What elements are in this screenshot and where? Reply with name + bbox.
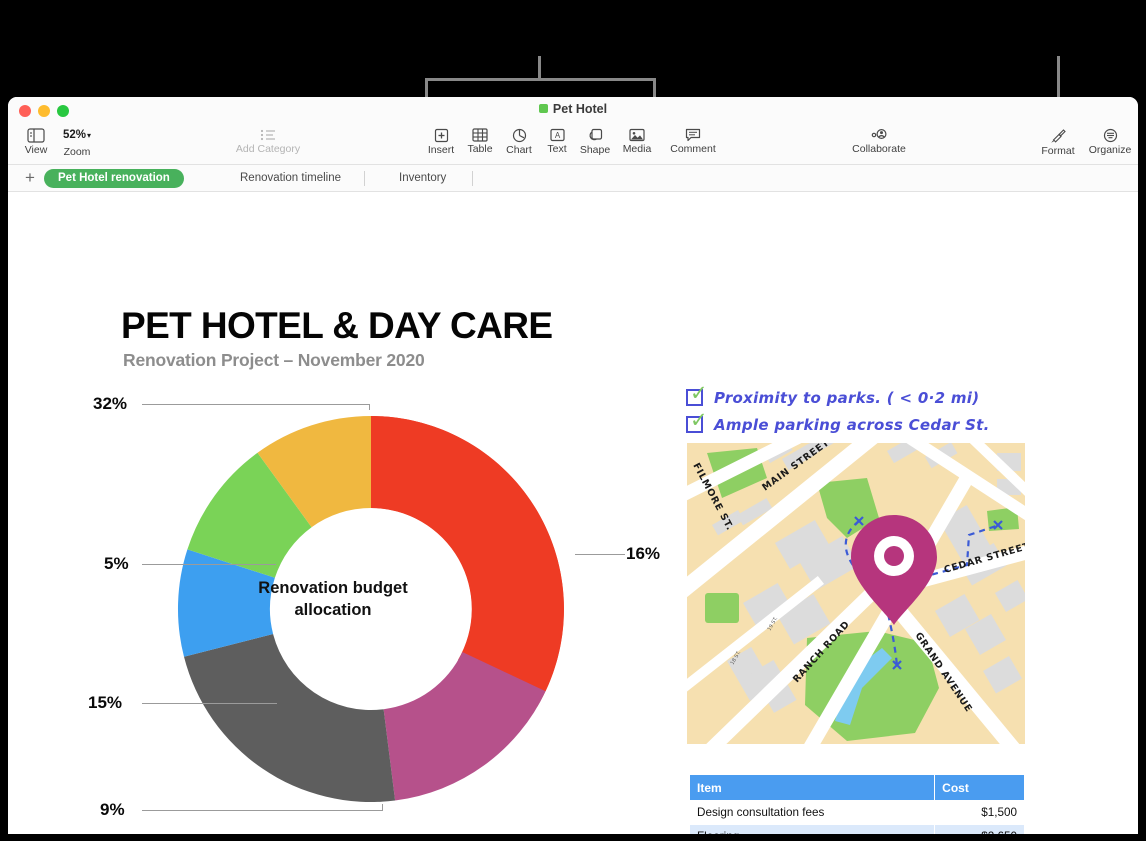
add-sheet-button[interactable]: + (21, 169, 39, 187)
toolbar-comment-button[interactable]: Comment (657, 126, 729, 155)
insert-icon (434, 128, 448, 143)
callout-bracket-stem (538, 56, 541, 80)
tab-separator (472, 171, 473, 186)
sheet-tab-renovation-timeline[interactable]: Renovation timeline (226, 169, 355, 188)
table-cell-cost: $1,500 (934, 800, 1025, 825)
sheet-tab-inventory[interactable]: Inventory (385, 169, 460, 188)
leader-line-5 (142, 564, 276, 565)
table-cell-item: Flooring (688, 824, 936, 834)
donut-label-5: 5% (104, 554, 129, 573)
page-subtitle: Renovation Project – November 2020 (123, 350, 425, 370)
checklist-item-parking: ✓ Ample parking across Cedar St. (686, 410, 1036, 438)
chart-icon (512, 128, 526, 143)
cost-table[interactable]: Item Cost Design consultation fees $1,50… (688, 774, 1025, 834)
title-bar: Pet Hotel (8, 97, 1138, 124)
toolbar-organize-button[interactable]: Organize (1082, 126, 1138, 156)
zoom-value: 52% (62, 129, 86, 141)
checkbox-icon[interactable]: ✓ (686, 410, 708, 433)
donut-label-9: 9% (100, 800, 125, 819)
sheet-tab-bar: + Pet Hotel renovation Renovation timeli… (8, 165, 1138, 192)
chevron-down-icon: ▾ (87, 131, 92, 140)
app-window: Pet Hotel View 52%▾ Zoom Add Category In… (8, 97, 1138, 834)
checklist-item-proximity: ✓ Proximity to parks. ( < 0·2 mi) (686, 383, 1036, 411)
donut-center-line2: allocation (294, 601, 372, 619)
page-title: PET HOTEL & DAY CARE (121, 305, 553, 346)
toolbar-comment-label: Comment (670, 143, 716, 155)
toolbar-add-category-label: Add Category (235, 143, 301, 155)
donut-center-label: Renovation budget allocation (233, 577, 433, 621)
donut-label-32: 32% (93, 394, 128, 413)
donut-label-15: 15% (88, 693, 123, 712)
text-box-icon: A (549, 128, 565, 142)
toolbar-organize-label: Organize (1088, 144, 1132, 156)
toolbar-collaborate-label: Collaborate (852, 143, 906, 155)
leader-tick-32 (369, 404, 370, 410)
document-title-text: Pet Hotel (552, 102, 608, 116)
check-mark-icon: ✓ (690, 381, 708, 405)
donut-chart[interactable]: Renovation budget allocation 32% 5% 15% … (58, 387, 678, 834)
leader-line-16 (575, 554, 625, 555)
checklist-label: Ample parking across Cedar St. (714, 415, 990, 434)
table-header-cost: Cost (934, 774, 1025, 801)
zoom-control[interactable]: 52%▾ (53, 127, 101, 144)
sheet-tab-pet-hotel-renovation[interactable]: Pet Hotel renovation (44, 169, 184, 188)
media-icon (629, 128, 645, 142)
toolbar-format-label: Format (1041, 145, 1075, 157)
tab-separator (364, 171, 365, 186)
table-icon (472, 128, 488, 142)
table-header-item: Item (688, 774, 936, 801)
collaborate-icon (871, 128, 887, 140)
toolbar-format-button[interactable]: Format (1030, 126, 1086, 157)
table-row[interactable]: Design consultation fees $1,500 (688, 800, 1025, 825)
toolbar-add-category-button[interactable]: Add Category (228, 126, 308, 155)
toolbar-zoom-label-wrap: Zoom (49, 145, 105, 158)
toolbar: View 52%▾ Zoom Add Category Insert Table… (8, 124, 1138, 165)
map-svg: FILMORE ST. MAIN STREET CEDAR STREET RAN… (687, 443, 1025, 744)
table-cell-item: Design consultation fees (688, 800, 936, 825)
svg-text:A: A (554, 131, 560, 140)
table-cell-cost: $2,650 (934, 824, 1025, 834)
donut-label-16: 16% (626, 544, 661, 563)
checklist-label: Proximity to parks. ( < 0·2 mi) (714, 388, 980, 407)
callout-bracket-right-tick (653, 78, 656, 98)
leader-line-32 (142, 404, 370, 405)
check-mark-icon: ✓ (690, 408, 708, 432)
checkbox-icon[interactable]: ✓ (686, 383, 708, 406)
donut-center-line1: Renovation budget (258, 579, 408, 597)
document-title: Pet Hotel (8, 102, 1138, 116)
leader-tick-9 (382, 804, 383, 811)
sheet-canvas[interactable]: PET HOTEL & DAY CARE Renovation Project … (8, 192, 1138, 834)
handwritten-checklist: ✓ Proximity to parks. ( < 0·2 mi) ✓ Ampl… (686, 383, 1036, 438)
leader-line-9 (142, 810, 383, 811)
numbers-app-icon (538, 104, 548, 114)
table-header-row: Item Cost (688, 774, 1025, 801)
map-image[interactable]: FILMORE ST. MAIN STREET CEDAR STREET RAN… (687, 443, 1025, 744)
toolbar-zoom-label: Zoom (63, 146, 91, 158)
format-brush-icon (1051, 129, 1066, 143)
toolbar-collaborate-button[interactable]: Collaborate (842, 126, 916, 155)
comment-icon (685, 128, 701, 142)
list-icon (260, 129, 275, 141)
callout-bracket-left-tick (425, 78, 428, 98)
leader-line-15 (142, 703, 277, 704)
organize-icon (1103, 128, 1117, 143)
screenshot-root: Pet Hotel View 52%▾ Zoom Add Category In… (0, 0, 1146, 841)
shape-icon (589, 128, 603, 141)
donut-slice-cabinetry-main (371, 416, 564, 692)
table-row[interactable]: Flooring $2,650 (688, 824, 1025, 834)
sidebar-view-icon (27, 128, 45, 143)
donut-slice-labor (184, 634, 396, 803)
